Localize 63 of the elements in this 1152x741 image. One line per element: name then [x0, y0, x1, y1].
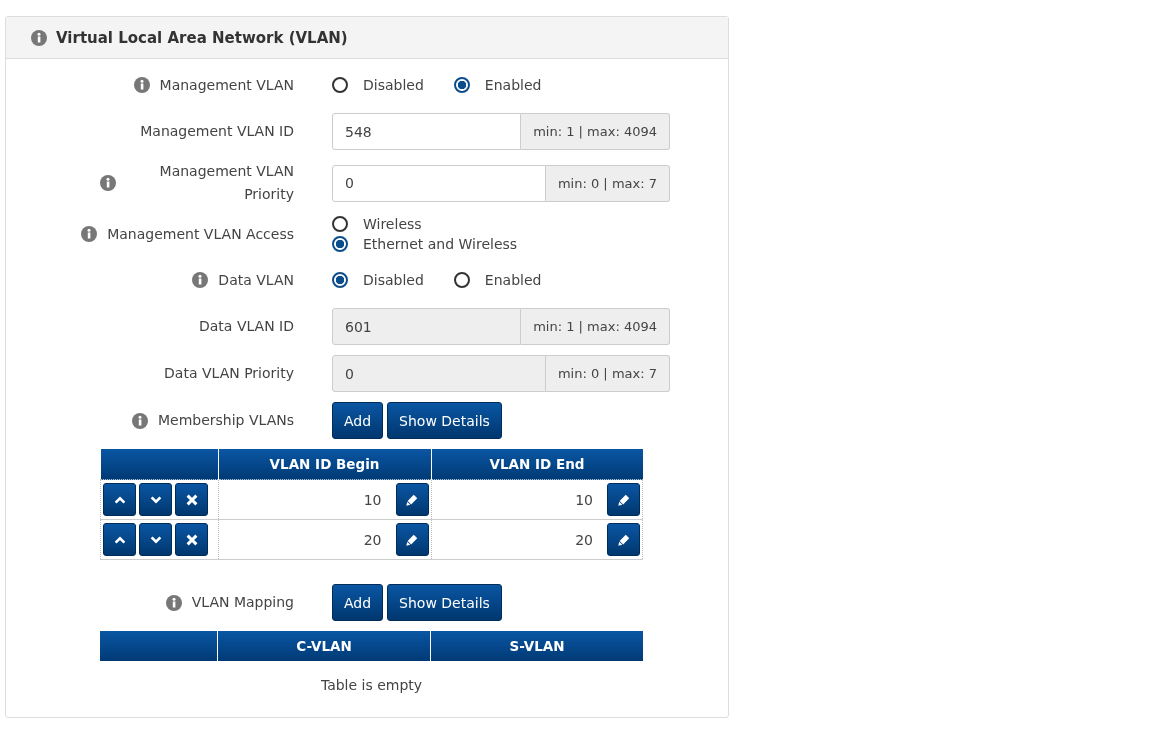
range-hint: min: 0 | max: 7 — [545, 355, 670, 392]
move-down-button[interactable] — [139, 483, 172, 516]
table-cell: 10 — [575, 491, 593, 508]
range-hint: min: 1 | max: 4094 — [521, 113, 670, 150]
add-button[interactable]: Add — [332, 402, 384, 439]
radio-label[interactable]: Ethernet and Wireless — [363, 236, 518, 252]
radio-button[interactable] — [332, 216, 348, 232]
radio-button[interactable] — [453, 77, 470, 93]
table-header: S-VLAN — [430, 631, 643, 661]
table-cell: 10 — [363, 491, 382, 508]
field-label: Membership VLANs — [157, 411, 294, 430]
show-details-button[interactable]: Show Details — [387, 402, 502, 439]
table-header: C-VLAN — [217, 631, 431, 661]
delete-button[interactable] — [175, 523, 208, 556]
info-icon[interactable] — [131, 412, 148, 429]
empty-table-message: Table is empty — [320, 677, 423, 693]
info-icon[interactable] — [133, 77, 150, 93]
radio-label[interactable]: Disabled — [363, 77, 424, 93]
range-hint: min: 0 | max: 7 — [545, 164, 670, 202]
panel-title: Virtual Local Area Network (VLAN) — [56, 28, 348, 47]
field-label: VLAN Mapping — [191, 593, 294, 612]
field-label: Management VLAN Access — [107, 224, 294, 244]
table-cell: 20 — [575, 531, 593, 548]
pencil-icon — [405, 532, 419, 547]
radio-label[interactable]: Wireless — [363, 216, 422, 232]
number-input[interactable]: 0 — [332, 164, 546, 202]
add-button[interactable]: Add — [332, 584, 384, 621]
pencil-icon — [616, 532, 631, 547]
radio-label[interactable]: Disabled — [363, 272, 424, 288]
info-icon[interactable] — [165, 594, 182, 611]
show-details-button[interactable]: Show Details — [387, 584, 502, 621]
info-icon[interactable] — [192, 272, 209, 288]
field-label: Data VLAN — [218, 270, 294, 290]
delete-button[interactable] — [175, 483, 208, 516]
radio-button[interactable] — [332, 272, 348, 288]
radio-label[interactable]: Enabled — [484, 77, 542, 93]
edit-button[interactable] — [607, 523, 640, 556]
move-down-button[interactable] — [139, 523, 172, 556]
table-header: VLAN ID End — [431, 449, 643, 480]
info-icon[interactable] — [81, 226, 98, 242]
table-cell: 20 — [363, 531, 382, 548]
info-icon[interactable] — [100, 175, 116, 191]
close-icon — [184, 532, 199, 547]
edit-button[interactable] — [607, 483, 640, 516]
edit-button[interactable] — [395, 483, 429, 516]
table-header: VLAN ID Begin — [218, 449, 431, 480]
move-up-button[interactable] — [103, 483, 136, 516]
pencil-icon — [405, 492, 419, 507]
radio-label[interactable]: Enabled — [484, 272, 542, 288]
move-up-button[interactable] — [103, 523, 136, 556]
field-label: Management VLAN — [159, 75, 294, 95]
radio-button[interactable] — [332, 77, 348, 93]
field-label: Data VLAN ID — [199, 317, 294, 336]
radio-button[interactable] — [453, 272, 470, 288]
range-hint: min: 1 | max: 4094 — [521, 308, 670, 345]
pencil-icon — [616, 492, 631, 507]
number-input[interactable]: 548 — [332, 113, 522, 150]
edit-button[interactable] — [395, 523, 429, 556]
radio-button[interactable] — [332, 236, 348, 252]
field-label: Data VLAN Priority — [164, 364, 294, 383]
field-label: Management VLAN Priority — [158, 162, 294, 204]
field-label: Management VLAN ID — [140, 122, 294, 141]
close-icon — [184, 492, 199, 507]
